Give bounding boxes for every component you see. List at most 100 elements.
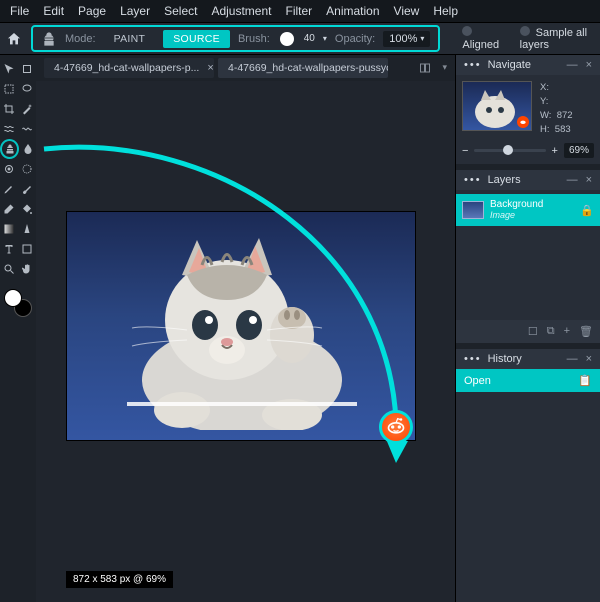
- pencil-tool[interactable]: [0, 179, 18, 199]
- menu-file[interactable]: File: [10, 4, 29, 18]
- kitten-image: [127, 230, 357, 430]
- zoom-value[interactable]: 69%: [564, 143, 594, 158]
- menu-edit[interactable]: Edit: [43, 4, 64, 18]
- reddit-stamp-icon: [379, 410, 413, 444]
- close-panel-icon[interactable]: ×: [586, 59, 592, 71]
- close-tab-icon[interactable]: ×: [207, 62, 213, 74]
- panel-menu-icon[interactable]: •••: [464, 59, 482, 71]
- history-panel-header: ••• History — ×: [456, 349, 600, 369]
- eraser-tool[interactable]: [0, 199, 18, 219]
- collapse-icon[interactable]: —: [567, 59, 578, 71]
- clone-stamp-tool[interactable]: [0, 139, 19, 159]
- navigate-panel-header: ••• Navigate — ×: [456, 55, 600, 75]
- collapse-icon[interactable]: —: [567, 353, 578, 365]
- zoom-slider[interactable]: [474, 149, 545, 152]
- panel-menu-icon[interactable]: •••: [464, 174, 482, 186]
- menu-select[interactable]: Select: [164, 4, 197, 18]
- document-tabs: 4-47669_hd-cat-wallpapers-p...× 4-47669_…: [36, 55, 455, 81]
- new-layer-icon[interactable]: +: [564, 325, 570, 338]
- canvas-viewport[interactable]: 872 x 583 px @ 69%: [36, 81, 455, 602]
- crop-tool[interactable]: [0, 99, 18, 119]
- clone-stamp-icon: [41, 31, 57, 47]
- layers-footer: ☐ ⧉ + 🗑: [456, 320, 600, 343]
- transform-tool[interactable]: [18, 59, 36, 79]
- menu-layer[interactable]: Layer: [120, 4, 150, 18]
- foreground-color[interactable]: [4, 289, 22, 307]
- eyedropper-tool[interactable]: [0, 159, 18, 179]
- menu-adjustment[interactable]: Adjustment: [211, 4, 271, 18]
- brush-dropdown-icon[interactable]: ▾: [323, 34, 327, 43]
- close-panel-icon[interactable]: ×: [586, 174, 592, 186]
- tab-layout-icon[interactable]: [418, 62, 432, 74]
- menu-help[interactable]: Help: [433, 4, 458, 18]
- tab-menu-icon[interactable]: ▾: [442, 62, 447, 74]
- lasso-tool[interactable]: [18, 79, 36, 99]
- gradient-tool[interactable]: [0, 219, 18, 239]
- blur-tool[interactable]: [19, 139, 36, 159]
- nav-width: 872: [557, 110, 573, 121]
- mode-source-button[interactable]: SOURCE: [163, 30, 230, 48]
- document-tab-active[interactable]: 4-47669_hd-cat-wallpapers-pussycat-i...×: [218, 58, 388, 78]
- menu-filter[interactable]: Filter: [285, 4, 312, 18]
- fill-tool[interactable]: [18, 199, 36, 219]
- collapse-icon[interactable]: —: [567, 174, 578, 186]
- brush-tool[interactable]: [18, 179, 36, 199]
- panel-menu-icon[interactable]: •••: [464, 353, 482, 365]
- layer-type: Image: [490, 210, 574, 221]
- layer-item[interactable]: BackgroundImage 🔒: [456, 194, 600, 226]
- duplicate-layer-icon[interactable]: ⧉: [547, 325, 555, 338]
- menu-view[interactable]: View: [394, 4, 420, 18]
- layers-panel: BackgroundImage 🔒: [456, 190, 600, 320]
- clipboard-icon[interactable]: 📋: [578, 374, 592, 387]
- rect-select-tool[interactable]: [0, 79, 18, 99]
- toolbox: [0, 55, 36, 602]
- options-bar: Mode: PAINT SOURCE Brush: 40 ▾ Opacity: …: [0, 23, 600, 55]
- layer-thumbnail-icon: [462, 201, 484, 219]
- warp-tool[interactable]: [18, 119, 36, 139]
- color-swatches[interactable]: [4, 289, 32, 317]
- menu-page[interactable]: Page: [78, 4, 106, 18]
- heal-tool[interactable]: [18, 159, 36, 179]
- text-tool[interactable]: [0, 239, 18, 259]
- history-title: History: [488, 353, 522, 365]
- sample-all-layers-checkbox[interactable]: Sample all layers: [520, 26, 594, 51]
- opacity-value[interactable]: 100%: [389, 33, 417, 45]
- brush-label: Brush:: [238, 33, 270, 45]
- brush-preview-icon[interactable]: [280, 32, 294, 46]
- document-tab[interactable]: 4-47669_hd-cat-wallpapers-p...×: [44, 58, 214, 78]
- opacity-dropdown-icon[interactable]: ▾: [420, 34, 424, 43]
- zoom-out-button[interactable]: −: [462, 145, 468, 157]
- layer-name: Background: [490, 199, 574, 210]
- zoom-in-button[interactable]: +: [552, 145, 558, 157]
- close-panel-icon[interactable]: ×: [586, 353, 592, 365]
- layers-panel-header: •••Layers —×: [456, 170, 600, 190]
- sharpen-tool[interactable]: [18, 219, 36, 239]
- history-item-label: Open: [464, 375, 491, 387]
- move-tool[interactable]: [0, 59, 18, 79]
- navigate-thumbnail[interactable]: [462, 81, 532, 131]
- nav-height: 583: [555, 124, 571, 135]
- liquify-tool[interactable]: [0, 119, 18, 139]
- new-folder-icon[interactable]: ☐: [528, 325, 538, 338]
- menu-animation[interactable]: Animation: [326, 4, 379, 18]
- canvas-status: 872 x 583 px @ 69%: [66, 571, 173, 588]
- reddit-badge-icon: [517, 116, 529, 128]
- home-button[interactable]: [6, 28, 23, 50]
- brush-size-value: 40: [304, 33, 315, 44]
- navigate-panel: X: Y: W: 872 H: 583 − + 69%: [456, 75, 600, 164]
- tool-options-highlight: Mode: PAINT SOURCE Brush: 40 ▾ Opacity: …: [31, 25, 440, 52]
- menu-bar: File Edit Page Layer Select Adjustment F…: [0, 0, 600, 23]
- navigate-title: Navigate: [488, 59, 531, 71]
- aligned-checkbox[interactable]: Aligned: [462, 26, 501, 51]
- shape-tool[interactable]: [18, 239, 36, 259]
- lock-icon[interactable]: 🔒: [580, 204, 594, 217]
- history-panel: Open 📋: [456, 369, 600, 602]
- zoom-tool[interactable]: [0, 259, 18, 279]
- delete-layer-icon[interactable]: 🗑: [579, 325, 593, 338]
- hand-tool[interactable]: [18, 259, 36, 279]
- wand-tool[interactable]: [18, 99, 36, 119]
- opacity-label: Opacity:: [335, 33, 375, 45]
- canvas[interactable]: [66, 211, 416, 441]
- mode-paint-button[interactable]: PAINT: [104, 30, 156, 48]
- history-item[interactable]: Open 📋: [456, 369, 600, 392]
